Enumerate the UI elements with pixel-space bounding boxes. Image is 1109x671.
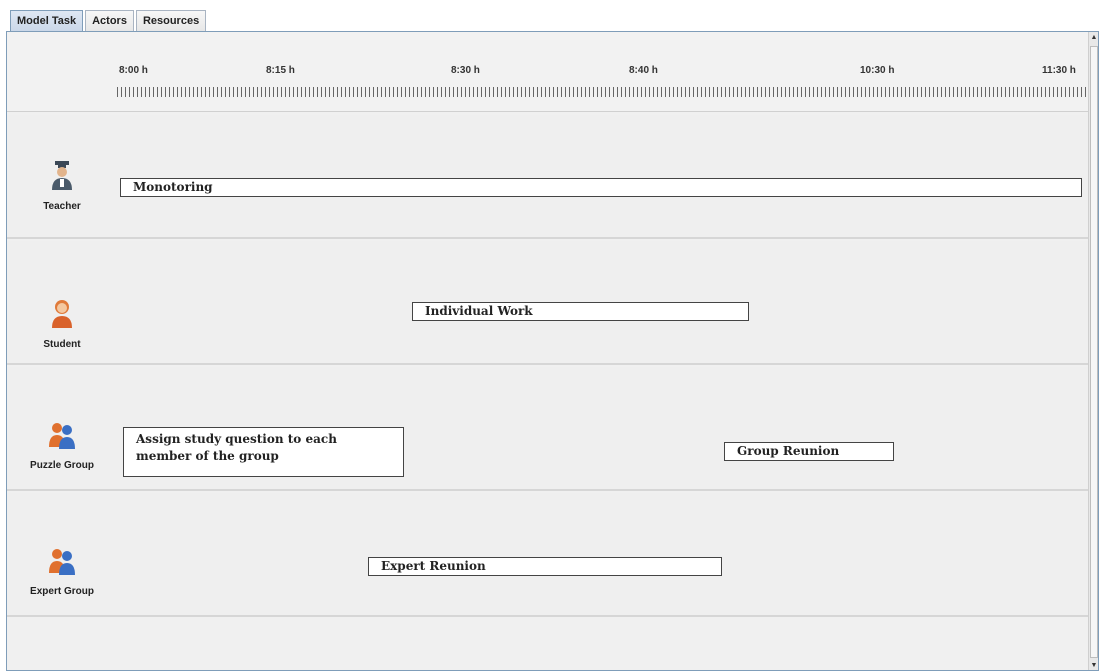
actor-label: Teacher <box>43 201 81 212</box>
task-bar[interactable]: Assign study question to each member of … <box>123 427 404 477</box>
lane-puzzle-group: Puzzle Group Assign study question to ea… <box>7 367 1097 491</box>
tick-label: 8:15 h <box>266 65 295 76</box>
task-bar[interactable]: Monotoring <box>120 178 1082 197</box>
time-ruler <box>117 87 1089 97</box>
timeline-header: 8:00 h 8:15 h 8:30 h 8:40 h 10:30 h 11:3… <box>7 32 1097 112</box>
lane-expert-group: Expert Group Expert Reunion <box>7 493 1097 617</box>
tick-label: 10:30 h <box>860 65 895 76</box>
actor-label: Puzzle Group <box>30 460 94 471</box>
student-icon <box>49 298 75 328</box>
actor-puzzle-group[interactable]: Puzzle Group <box>7 419 117 471</box>
tick-label: 11:30 h <box>1042 65 1076 76</box>
tab-model-task[interactable]: Model Task <box>10 10 84 33</box>
scroll-down-arrow-icon[interactable]: ▼ <box>1089 660 1098 670</box>
vertical-scrollbar[interactable]: ▲ ▼ <box>1088 32 1098 670</box>
scroll-thumb[interactable] <box>1090 46 1098 658</box>
task-bar[interactable]: Expert Reunion <box>368 557 722 576</box>
actor-label: Expert Group <box>30 586 94 597</box>
scroll-up-arrow-icon[interactable]: ▲ <box>1089 32 1098 44</box>
tab-resources[interactable]: Resources <box>135 10 207 32</box>
task-bar[interactable]: Group Reunion <box>724 442 894 461</box>
tick-label: 8:00 h <box>119 65 148 76</box>
tab-bar: Model Task Actors Resources <box>10 10 208 33</box>
tab-actors[interactable]: Actors <box>85 10 134 32</box>
task-bar[interactable]: Individual Work <box>412 302 749 321</box>
tick-label: 8:30 h <box>451 65 480 76</box>
lane-student: Student Individual Work <box>7 241 1097 365</box>
actor-student[interactable]: Student <box>7 298 117 350</box>
tick-label: 8:40 h <box>629 65 658 76</box>
lane-teacher: Teacher Monotoring <box>7 115 1097 239</box>
group-icon <box>49 545 75 575</box>
actor-expert-group[interactable]: Expert Group <box>7 545 117 597</box>
actor-label: Student <box>43 339 81 350</box>
teacher-icon <box>49 160 75 190</box>
actor-teacher[interactable]: Teacher <box>7 160 117 212</box>
group-icon <box>49 419 75 449</box>
model-task-panel: 8:00 h 8:15 h 8:30 h 8:40 h 10:30 h 11:3… <box>6 31 1099 671</box>
